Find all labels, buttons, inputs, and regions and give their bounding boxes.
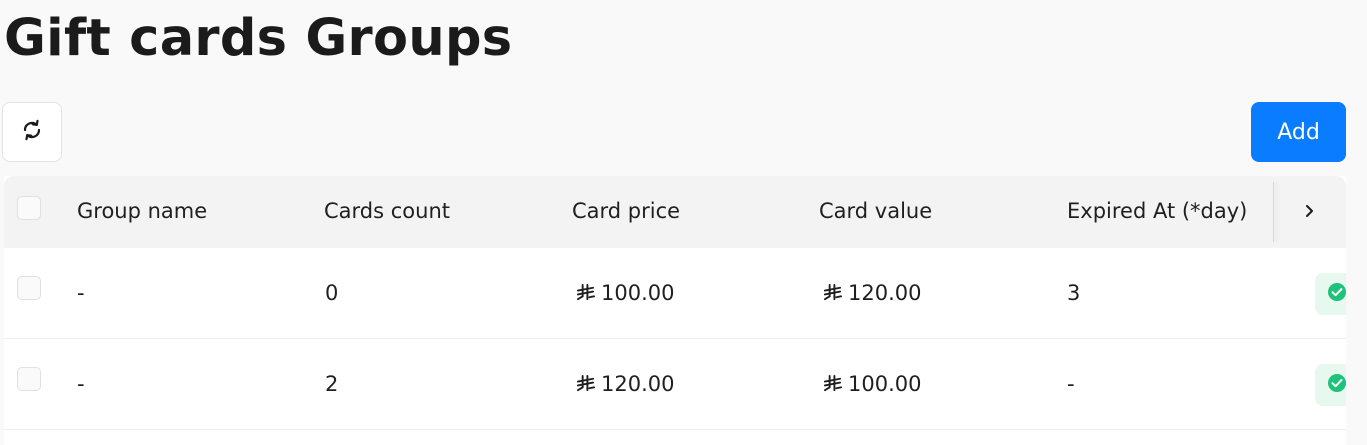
- table-row[interactable]: - 2 120.00 100.00 -: [4, 339, 1346, 430]
- card-price-value: 120.00: [601, 372, 675, 396]
- riyal-currency-icon: [823, 283, 842, 307]
- row-checkbox[interactable]: [17, 276, 41, 300]
- card-value-cell: 100.00: [823, 372, 921, 398]
- scroll-right-button[interactable]: [1294, 196, 1324, 228]
- column-divider: [1273, 182, 1274, 242]
- card-price-cell: 120.00: [576, 372, 674, 398]
- card-value-value: 100.00: [848, 372, 922, 396]
- column-header-expired-at[interactable]: Expired At (*day): [1067, 199, 1247, 223]
- refresh-icon: [20, 118, 44, 146]
- select-all-checkbox[interactable]: [17, 196, 41, 220]
- column-header-group-name[interactable]: Group name: [77, 199, 207, 223]
- cards-count-cell: 0: [325, 281, 339, 305]
- group-name-cell: -: [77, 281, 85, 305]
- card-price-value: 100.00: [601, 281, 675, 305]
- chevron-right-icon: [1303, 203, 1315, 222]
- riyal-currency-icon: [576, 374, 595, 398]
- add-button[interactable]: Add: [1251, 102, 1346, 162]
- group-name-cell: -: [77, 372, 85, 396]
- expired-at-cell: -: [1067, 372, 1075, 396]
- page-title: Gift cards Groups: [4, 9, 513, 68]
- riyal-currency-icon: [823, 374, 842, 398]
- table-row[interactable]: - 0 100.00 120.00 3: [4, 248, 1346, 339]
- column-header-card-value[interactable]: Card value: [819, 199, 932, 223]
- status-badge: [1315, 364, 1346, 406]
- row-checkbox[interactable]: [17, 367, 41, 391]
- check-circle-icon: [1327, 373, 1346, 397]
- check-circle-icon: [1327, 282, 1346, 306]
- card-value-value: 120.00: [848, 281, 922, 305]
- column-header-cards-count[interactable]: Cards count: [324, 199, 450, 223]
- expired-at-cell: 3: [1067, 281, 1081, 305]
- status-badge: [1315, 273, 1346, 315]
- column-header-card-price[interactable]: Card price: [572, 199, 680, 223]
- table-header: Group name Cards count Card price Card v…: [4, 176, 1346, 248]
- riyal-currency-icon: [576, 283, 595, 307]
- card-price-cell: 100.00: [576, 281, 674, 307]
- cards-count-cell: 2: [325, 372, 339, 396]
- refresh-button[interactable]: [2, 102, 62, 162]
- gift-card-groups-table: Group name Cards count Card price Card v…: [4, 176, 1346, 445]
- card-value-cell: 120.00: [823, 281, 921, 307]
